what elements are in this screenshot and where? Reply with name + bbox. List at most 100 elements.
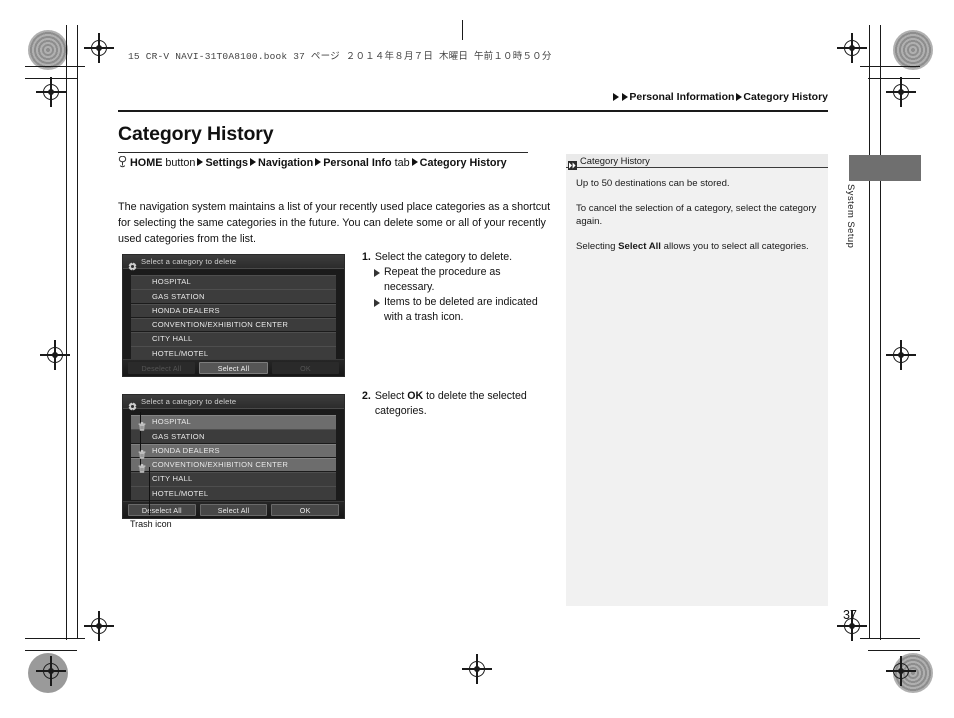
print-color-blob-top-right xyxy=(893,30,933,70)
chevron-right-icon xyxy=(197,157,204,166)
info-para-2: To cancel the selection of a category, s… xyxy=(576,202,817,228)
nav-personal-info-suffix: tab xyxy=(391,157,410,169)
screenshot-2-button-bar: Deselect All Select All OK xyxy=(123,501,344,518)
info-para-3: Selecting Select All allows you to selec… xyxy=(576,240,818,254)
chevron-right-icon xyxy=(315,157,322,166)
list-item-label: CITY HALL xyxy=(152,474,193,484)
deselect-all-button[interactable]: Deselect All xyxy=(128,504,196,516)
section-thumb-tab xyxy=(849,155,921,181)
breadcrumb-item-category-history[interactable]: Category History xyxy=(743,91,828,103)
screenshot-2-title: Select a category to delete xyxy=(141,397,237,406)
print-color-blob-bottom-left xyxy=(28,653,68,693)
list-item[interactable]: CITY HALL xyxy=(131,472,336,486)
info-panel-body: Up to 50 destinations can be stored. To … xyxy=(566,168,828,253)
crop-line xyxy=(462,20,463,40)
list-item[interactable]: HOTEL/MOTEL xyxy=(131,346,336,360)
step-2: 2. Select OK to delete the selected cate… xyxy=(362,389,552,419)
crop-line xyxy=(77,78,78,638)
ok-button[interactable]: OK xyxy=(271,504,340,516)
screenshot-1-title: Select a category to delete xyxy=(141,257,237,266)
screenshot-2-list: HOSPITAL GAS STATION HONDA DEALERS CONVE… xyxy=(123,409,344,500)
intro-paragraph: The navigation system maintains a list o… xyxy=(118,201,551,245)
print-book-line: 15 CR-V NAVI-31T0A8100.book 37 ページ ２０１４年… xyxy=(128,51,552,62)
list-item[interactable]: CONVENTION/EXHIBITION CENTER xyxy=(131,457,336,474)
note-marker-icon xyxy=(568,157,577,170)
list-item-label: CONVENTION/EXHIBITION CENTER xyxy=(152,320,289,330)
chevron-right-icon xyxy=(250,157,257,166)
section-thumb-tab-label: System Setup xyxy=(846,184,857,249)
list-item[interactable]: HOSPITAL xyxy=(131,415,336,431)
home-button-icon xyxy=(118,155,127,168)
deselect-all-button[interactable]: Deselect All xyxy=(128,362,195,374)
nav-step-navigation[interactable]: Navigation xyxy=(258,157,313,169)
list-item-label: HOTEL/MOTEL xyxy=(152,348,209,358)
crop-line xyxy=(25,650,77,651)
list-item-label: HOSPITAL xyxy=(152,277,191,287)
gear-icon xyxy=(128,398,137,411)
crop-line xyxy=(25,66,85,67)
step-2-text: Select OK to delete the selected categor… xyxy=(375,389,552,419)
step-1-sub-1: Repeat the procedure as necessary. xyxy=(374,265,552,295)
select-all-button[interactable]: Select All xyxy=(199,362,268,374)
nav-step-category-history[interactable]: Category History xyxy=(420,157,507,169)
registration-mark-top-left-inner xyxy=(36,77,66,107)
step-2-ok-emphasis: OK xyxy=(407,390,424,402)
nav-home-suffix: button xyxy=(162,157,196,169)
list-item[interactable]: HONDA DEALERS xyxy=(131,303,336,318)
list-item[interactable]: CITY HALL xyxy=(131,332,336,346)
gear-icon xyxy=(128,258,137,271)
list-item[interactable]: HONDA DEALERS xyxy=(131,443,336,459)
bullet-triangle-icon xyxy=(374,298,380,307)
info-panel-header: Category History xyxy=(566,154,828,170)
crop-line xyxy=(869,25,870,80)
nav-home-button[interactable]: HOME xyxy=(130,157,162,169)
list-item-label: HOTEL/MOTEL xyxy=(152,488,209,498)
print-color-blob-bottom-right xyxy=(893,653,933,693)
info-para-1: Up to 50 destinations can be stored. xyxy=(576,178,730,189)
title-divider xyxy=(118,152,528,154)
nav-step-settings[interactable]: Settings xyxy=(205,157,248,169)
breadcrumb-item-personal-information[interactable]: Personal Information xyxy=(629,91,734,103)
step-1-text: Select the category to delete. xyxy=(374,251,513,263)
crop-line xyxy=(66,66,67,640)
step-1-sub-2: Items to be deleted are indicated with a… xyxy=(374,295,552,325)
list-item[interactable]: HOTEL/MOTEL xyxy=(131,486,336,500)
step-1-sub-1-text: Repeat the procedure as necessary. xyxy=(384,266,501,294)
step-1-number: 1. xyxy=(362,251,371,263)
registration-mark-bottom-center xyxy=(462,654,492,684)
step-1: 1. Select the category to delete. xyxy=(362,250,552,265)
trash-icon-caption: Trash icon xyxy=(130,519,172,529)
chevron-right-icon xyxy=(612,93,619,101)
step-2-number: 2. xyxy=(362,390,371,402)
step-1-sub-2-text: Items to be deleted are indicated with a… xyxy=(384,296,538,324)
registration-mark-bottom-left xyxy=(84,611,114,641)
step-1-block: 1. Select the category to delete. Repeat… xyxy=(362,250,552,325)
breadcrumb: Personal Information Category History xyxy=(611,91,828,103)
list-item[interactable]: CONVENTION/EXHIBITION CENTER xyxy=(131,317,336,332)
list-item-label: GAS STATION xyxy=(152,431,205,441)
select-all-button[interactable]: Select All xyxy=(199,504,268,516)
list-item-label: CONVENTION/EXHIBITION CENTER xyxy=(152,460,289,470)
header-divider xyxy=(118,110,828,112)
nav-step-personal-info[interactable]: Personal Info xyxy=(323,157,391,169)
ok-button[interactable]: OK xyxy=(272,362,339,374)
screenshot-1-button-bar: Deselect All Select All OK xyxy=(123,359,344,376)
crop-line xyxy=(868,650,920,651)
page-number: 37 xyxy=(843,608,857,622)
registration-mark-top-right xyxy=(837,33,867,63)
info-para-3-before: Selecting xyxy=(576,240,619,252)
nav-path: HOME button Settings Navigation Personal In… xyxy=(118,155,533,172)
step-2-block: 2. Select OK to delete the selected cate… xyxy=(362,389,552,419)
nav-screenshot-1: Select a category to delete HOSPITAL GAS… xyxy=(122,254,345,377)
screenshot-1-titlebar: Select a category to delete xyxy=(123,255,344,271)
bullet-triangle-icon xyxy=(374,268,380,277)
print-color-blob-top-left xyxy=(28,30,68,70)
page-title: Category History xyxy=(118,123,274,145)
trash-icon xyxy=(138,446,146,459)
crop-line xyxy=(25,78,77,79)
screenshot-1-list: HOSPITAL GAS STATION HONDA DEALERS CONVE… xyxy=(123,269,344,360)
screenshot-2-titlebar: Select a category to delete xyxy=(123,395,344,411)
list-item[interactable]: HOSPITAL xyxy=(131,275,336,289)
list-item[interactable]: GAS STATION xyxy=(131,289,336,303)
list-item[interactable]: GAS STATION xyxy=(131,429,336,443)
